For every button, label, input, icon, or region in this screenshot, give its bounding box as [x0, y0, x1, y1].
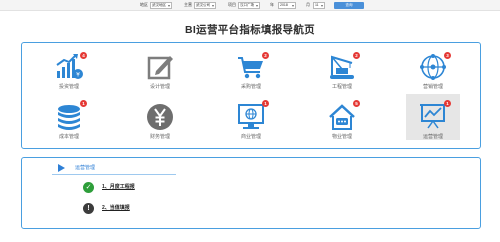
query-button[interactable]: 查询 — [334, 2, 364, 9]
module-engineering[interactable]: 2 工程管理 — [315, 48, 369, 94]
exclamation-circle-icon: ! — [83, 203, 94, 214]
presentation-chart-icon — [420, 104, 446, 129]
task-panel: 运营管理 ✓ 1、月度工程报 ! 2、当值填报 — [21, 157, 481, 229]
month-label: 月 — [306, 2, 310, 7]
section-divider — [52, 174, 176, 175]
marketing-badge: 3 — [444, 52, 451, 59]
operations-badge: 1 — [444, 100, 451, 107]
module-label: 商业管理 — [240, 134, 261, 140]
company-select[interactable]: 武汉公司 — [194, 2, 216, 9]
module-design[interactable]: 设计管理 — [133, 48, 187, 94]
year-label: 年 — [270, 2, 274, 7]
yuan-coin-icon — [147, 104, 173, 130]
module-label: 物业管理 — [331, 134, 352, 140]
shopping-cart-icon — [238, 57, 263, 79]
crane-icon — [330, 55, 354, 79]
module-label: 运营管理 — [422, 134, 443, 140]
module-commercial[interactable]: 1 商业管理 — [224, 98, 278, 144]
module-cost[interactable]: 1 成本管理 — [42, 98, 96, 144]
expand-arrow-icon[interactable] — [58, 164, 65, 172]
module-grid: ¥ 4 投资管理 设计管理 2 采购管理 2 工程管理 3 营销管理 1 成本管… — [21, 42, 481, 149]
check-circle-icon: ✓ — [83, 182, 94, 193]
pencil-board-icon — [147, 56, 173, 80]
year-select[interactable]: 2018 — [278, 2, 296, 9]
network-globe-icon — [420, 54, 446, 80]
project-select[interactable]: 汉口广场 — [238, 2, 260, 9]
module-marketing[interactable]: 3 营销管理 — [406, 48, 460, 94]
module-label: 工程管理 — [331, 84, 352, 90]
page-title: BI运营平台指标填报导航页 — [185, 24, 315, 36]
module-operations[interactable]: 1 运营管理 — [406, 94, 460, 140]
investment-badge: 4 — [80, 52, 87, 59]
engineering-badge: 2 — [353, 52, 360, 59]
module-label: 设计管理 — [149, 84, 170, 90]
module-investment[interactable]: ¥ 4 投资管理 — [42, 48, 96, 94]
task-link-monthly-report[interactable]: 1、月度工程报 — [102, 184, 135, 190]
region-label: 地区 — [140, 2, 148, 7]
svg-text:¥: ¥ — [76, 72, 80, 79]
module-procurement[interactable]: 2 采购管理 — [224, 48, 278, 94]
property-badge: 5 — [353, 100, 360, 107]
house-chat-icon — [329, 104, 355, 130]
project-label: 项目 — [228, 2, 236, 7]
task-link-duty-report[interactable]: 2、当值填报 — [102, 205, 130, 211]
module-property[interactable]: 5 物业管理 — [315, 98, 369, 144]
month-select[interactable]: 11 — [313, 2, 325, 9]
module-label: 采购管理 — [240, 84, 261, 90]
cost-badge: 1 — [80, 100, 87, 107]
module-label: 营销管理 — [422, 84, 443, 90]
monitor-globe-icon — [238, 104, 264, 129]
module-label: 成本管理 — [58, 134, 79, 140]
module-label: 投资管理 — [58, 84, 79, 90]
module-finance[interactable]: 财务管理 — [133, 98, 187, 144]
region-select[interactable]: 武汉地区 — [150, 2, 172, 9]
chart-growth-icon: ¥ — [56, 54, 83, 79]
commercial-badge: 1 — [262, 100, 269, 107]
filter-bar: 地区 武汉地区 主营 武汉公司 项目 汉口广场 年 2018 月 11 查询 — [0, 0, 500, 11]
company-label: 主营 — [184, 2, 192, 7]
module-label: 财务管理 — [149, 134, 170, 140]
coin-stack-icon — [58, 105, 80, 130]
procurement-badge: 2 — [262, 52, 269, 59]
section-title: 运营管理 — [75, 165, 96, 171]
